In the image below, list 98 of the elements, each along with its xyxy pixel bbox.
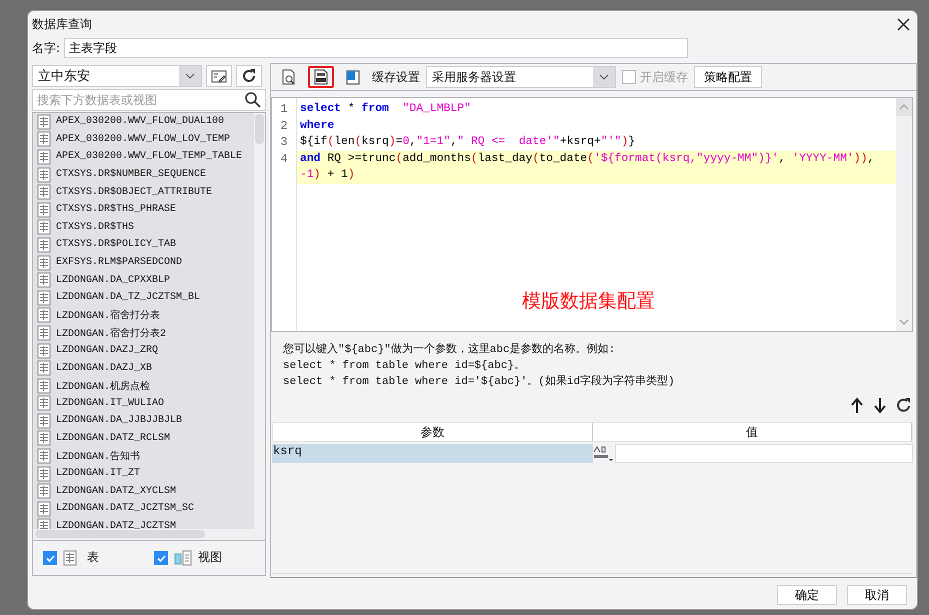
table-item[interactable]: LZDONGAN.DAZJ_XB <box>56 362 152 374</box>
table-icon <box>37 448 51 464</box>
table-icon <box>37 342 51 359</box>
table-item[interactable]: LZDONGAN.DA_CPXXBLP <box>56 274 170 286</box>
policy-button[interactable]: 策略配置 <box>694 66 762 88</box>
refresh-icon <box>241 68 257 84</box>
help-text: select * from table where id=${abc}。 <box>283 359 526 374</box>
table-icon <box>37 360 51 376</box>
table-edit-icon <box>211 68 227 84</box>
table-item[interactable]: APEX_030200.WWV_FLOW_TEMP_TABLE <box>56 151 242 162</box>
refresh-icon[interactable] <box>896 397 912 413</box>
search-field[interactable]: 搜索下方数据表或视图 <box>32 89 266 111</box>
table-icon <box>37 324 51 341</box>
table-icon <box>37 307 51 324</box>
table-item[interactable]: LZDONGAN.DATZ_RCLSM <box>56 432 170 444</box>
value-field[interactable] <box>615 444 913 463</box>
sql-edit-button[interactable] <box>206 65 232 87</box>
table-icon <box>37 430 51 446</box>
table-icon <box>37 290 51 306</box>
name-label: 名字: <box>32 40 60 56</box>
table-item[interactable]: LZDONGAN.DATZ_XYCLSM <box>56 486 176 497</box>
table-item[interactable]: LZDONGAN.IT_ZT <box>56 468 140 480</box>
table-item[interactable]: LZDONGAN.DAZJ_ZRQ <box>56 345 158 356</box>
table-icon <box>37 395 51 412</box>
check-icon <box>44 552 56 563</box>
arrow-up-icon[interactable] <box>850 397 864 414</box>
table-item[interactable]: LZDONGAN.告知书 <box>56 449 140 464</box>
template-icon <box>345 69 361 85</box>
checkbox[interactable] <box>43 550 57 565</box>
table-item[interactable]: CTXSYS.DR$POLICY_TAB <box>56 239 176 250</box>
dialog-button[interactable]: 取消 <box>847 585 907 605</box>
arrow-down-icon[interactable] <box>873 397 887 414</box>
refresh-button[interactable] <box>236 65 262 87</box>
table-item[interactable]: CTXSYS.DR$NUMBER_SEQUENCE <box>56 169 206 180</box>
table-item[interactable]: LZDONGAN.DATZ_JCZTSM_SC <box>56 503 194 514</box>
parameter-name[interactable]: ksrq <box>272 444 593 463</box>
enable-cache-label: 开启缓存 <box>640 68 688 86</box>
scrollbar-thumb[interactable] <box>255 114 264 144</box>
check-icon <box>156 552 166 563</box>
dialog-button[interactable]: 确定 <box>777 585 837 605</box>
table-item[interactable]: CTXSYS.DR$THS <box>56 222 134 233</box>
table-item[interactable]: LZDONGAN.DA_TZ_JCZTSM_BL <box>56 292 200 304</box>
toolbar-button[interactable] <box>308 66 334 88</box>
cache-mode-dropdown[interactable]: 采用服务器设置 <box>426 66 616 88</box>
checkbox[interactable] <box>154 550 168 565</box>
line-number: 1 <box>280 102 288 116</box>
table-icon <box>37 131 51 148</box>
type-selector-icon[interactable] <box>593 445 615 462</box>
table-item[interactable]: APEX_030200.WWV_FLOW_DUAL100 <box>56 116 224 128</box>
table-item[interactable]: EXFSYS.RLM$PARSEDCOND <box>56 257 182 268</box>
filter-label: 表 <box>87 549 99 566</box>
table-icon <box>37 254 51 271</box>
table-icon <box>37 272 51 288</box>
scroll-up-icon <box>899 103 909 111</box>
scroll-down-icon <box>899 318 909 326</box>
filter-label: 视图 <box>198 549 222 566</box>
close-icon[interactable] <box>896 16 911 32</box>
annotation-text: 模版数据集配置 <box>522 289 655 314</box>
table-item[interactable]: CTXSYS.DR$THS_PHRASE <box>56 204 176 216</box>
table-icon <box>37 166 51 183</box>
search-icon <box>244 91 262 109</box>
dialog-title: 数据库查询 <box>32 16 92 32</box>
help-text: 您可以键入"${abc}"做为一个参数，这里abc是参数的名称。例如: <box>283 342 616 358</box>
chevron-down-icon <box>599 74 609 80</box>
table-item[interactable]: CTXSYS.DR$OBJECT_ATTRIBUTE <box>56 186 212 198</box>
line-number: 3 <box>280 135 288 149</box>
table-icon <box>37 236 51 253</box>
table-icon <box>37 466 51 482</box>
table-item[interactable]: APEX_030200.WWV_FLOW_LOV_TEMP <box>56 134 230 145</box>
line-number: 2 <box>280 118 288 132</box>
column-header: 值 <box>746 425 758 439</box>
column-header: 参数 <box>420 425 444 439</box>
table-icon <box>37 148 51 165</box>
table-icon <box>37 202 51 218</box>
table-item[interactable]: LZDONGAN.宿舍打分表2 <box>56 326 166 340</box>
table-item[interactable]: LZDONGAN.DA_JJBJJBJLB <box>56 415 182 426</box>
table-item[interactable]: LZDONGAN.DATZ_JCZTSM <box>56 520 176 529</box>
connection-dropdown[interactable]: 立中东安 <box>32 65 202 87</box>
table-item[interactable]: LZDONGAN.机房点检 <box>56 378 150 393</box>
help-text: select * from table where id='${abc}'。(如果id字段为字符串类型) <box>283 374 676 390</box>
sql-file-icon <box>313 69 329 85</box>
scrollbar-thumb[interactable] <box>35 530 205 538</box>
table-icon <box>37 219 51 236</box>
code-line: ${if(len(ksrq)=0,"1=1"," RQ <= date'"+ksrq+"'")} <box>299 134 636 150</box>
chevron-down-icon <box>185 72 195 80</box>
table-icon <box>37 378 51 394</box>
document-search-icon <box>281 69 297 85</box>
cache-label: 缓存设置 <box>372 68 420 86</box>
line-number: 4 <box>280 152 288 166</box>
view-icon <box>174 550 192 566</box>
code-line: where <box>299 118 336 134</box>
table-icon <box>37 412 51 429</box>
table-icon <box>37 184 51 200</box>
table-item[interactable]: LZDONGAN.宿舍打分表 <box>56 308 160 322</box>
table-item[interactable]: LZDONGAN.IT_WULIAO <box>56 398 164 409</box>
code-line: select * from "DA_LMBLP" <box>299 102 472 117</box>
table-icon <box>37 483 51 500</box>
name-field[interactable]: 主表字段 <box>64 38 688 58</box>
